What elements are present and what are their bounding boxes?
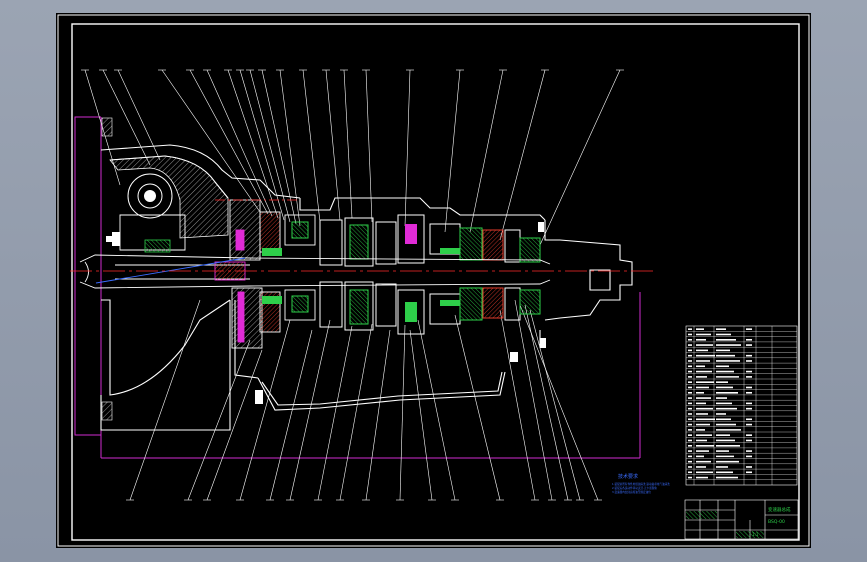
cad-drawing: 技术要求 1.装配前所有零件用煤油清洗,滚动轴承用汽油清洗 2.装配后各运动件转… bbox=[56, 13, 811, 548]
notes-line-2: 2.装配后各运动件转动灵活,无卡滞现象 bbox=[612, 486, 657, 490]
title-name: 变速器总成 bbox=[768, 506, 791, 513]
notes-line-3: 3.变速器内加注齿轮油至规定油位 bbox=[612, 490, 651, 494]
title-drawing-no: BSQ-00 bbox=[768, 519, 785, 525]
cad-viewport: 技术要求 1.装配前所有零件用煤油清洗,滚动轴承用汽油清洗 2.装配后各运动件转… bbox=[0, 0, 867, 562]
notes-line-1: 1.装配前所有零件用煤油清洗,滚动轴承用汽油清洗 bbox=[612, 482, 670, 486]
notes-heading: 技术要求 bbox=[618, 473, 638, 480]
title-scale: 1:1 bbox=[752, 532, 759, 537]
